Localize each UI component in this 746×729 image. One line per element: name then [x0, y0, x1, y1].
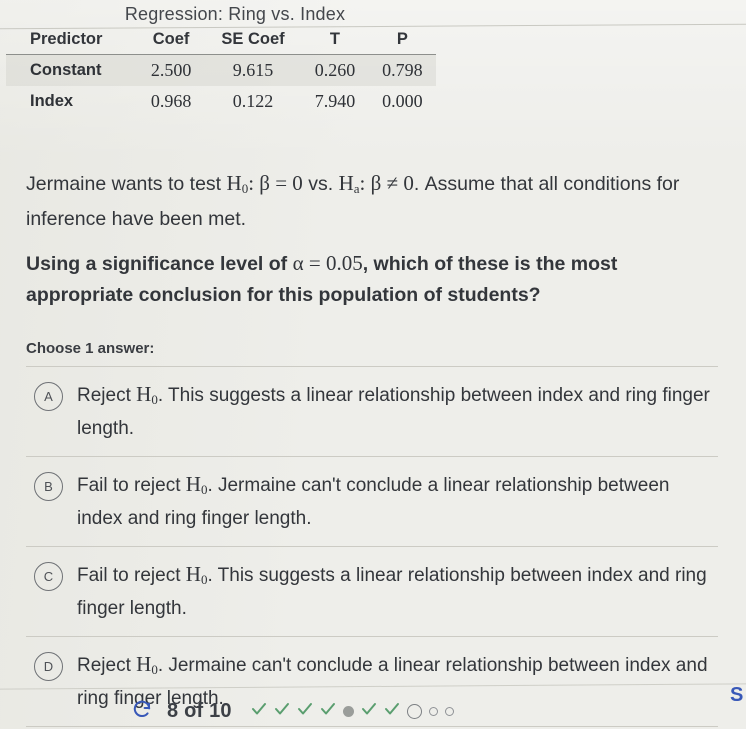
progress-dot-check [361, 702, 377, 721]
cell-coef: 0.968 [150, 91, 192, 111]
significance-text-part-1: Using a significance level of [26, 253, 293, 275]
refresh-icon[interactable] [130, 697, 154, 726]
option-a-hypothesis-notation: H0 [136, 382, 158, 407]
progress-dot-empty [444, 707, 454, 716]
option-d-text-pre: Reject [77, 655, 137, 676]
question-text-part-1: Jermaine wants to test [26, 173, 227, 195]
progress-dot-current [406, 704, 422, 719]
option-c-hypothesis-notation: H0 [185, 562, 208, 587]
option-bubble-c[interactable]: C [34, 562, 63, 591]
question-counter: 8 of 10 [167, 700, 232, 722]
question-paragraph-2: Using a significance level of α = 0.05, … [26, 248, 694, 311]
progress-dots [251, 702, 454, 721]
option-text-a: Reject H0. This suggests a linear relati… [77, 380, 714, 443]
cell-coef: 2.500 [150, 60, 192, 80]
progress-dot-check [297, 702, 313, 721]
option-b-hypothesis-notation: H0 [185, 472, 208, 497]
progress-dot-check [320, 702, 336, 721]
cell-p: 0.000 [382, 91, 423, 111]
cell-p: 0.798 [382, 60, 423, 80]
table-row: Constant 2.500 9.615 0.260 0.798 [6, 54, 436, 86]
column-header-p: P [396, 30, 408, 48]
option-a-text-pre: Reject [77, 385, 137, 406]
progress-footer: 8 of 10 [130, 697, 454, 726]
column-header-predictor: Predictor [30, 30, 103, 48]
question-text-vs: vs. [302, 173, 339, 195]
regression-output: Regression: Ring vs. Index Predictor Coe… [0, 0, 440, 117]
progress-dot-check [274, 702, 290, 721]
option-c-text-pre: Fail to reject [77, 565, 186, 586]
answer-option-a[interactable]: A Reject H0. This suggests a linear rela… [26, 366, 718, 456]
option-bubble-a[interactable]: A [34, 382, 63, 411]
column-header-t: T [329, 30, 341, 48]
submit-button[interactable]: S [730, 684, 744, 707]
option-b-text-pre: Fail to reject [77, 475, 186, 496]
regression-table: Predictor Coef SE Coef T P Constant 2.50… [6, 28, 436, 117]
regression-title: Regression: Ring vs. Index [124, 4, 346, 24]
cell-predictor: Constant [30, 61, 102, 79]
column-header-se-coef: SE Coef [221, 30, 285, 48]
cell-se-coef: 9.615 [232, 60, 274, 80]
cell-predictor: Index [30, 92, 74, 110]
progress-dot-check [384, 702, 400, 721]
table-header-row: Predictor Coef SE Coef T P [6, 28, 436, 55]
table-row: Index 0.968 0.122 7.940 0.000 [6, 86, 436, 117]
option-text-c: Fail to reject H0. This suggests a linea… [77, 560, 714, 623]
choose-answer-label: Choose 1 answer: [26, 340, 155, 357]
alpha-notation: α = 0.05 [292, 251, 363, 275]
progress-dot-empty [428, 707, 438, 716]
answer-choices-list: A Reject H0. This suggests a linear rela… [26, 366, 718, 727]
null-hypothesis-notation: H0: β = 0 [226, 171, 303, 196]
progress-dot-filled [342, 706, 354, 717]
option-d-hypothesis-notation: H0 [136, 652, 158, 677]
answer-option-b[interactable]: B Fail to reject H0. Jermaine can't conc… [26, 456, 718, 546]
cell-t: 7.940 [314, 91, 356, 111]
option-bubble-b[interactable]: B [34, 472, 63, 501]
alternative-hypothesis-notation: Ha: β ≠ 0 [338, 171, 414, 196]
answer-option-c[interactable]: C Fail to reject H0. This suggests a lin… [26, 546, 718, 636]
option-text-b: Fail to reject H0. Jermaine can't conclu… [77, 470, 714, 533]
option-a-text-post: . This suggests a linear relationship be… [77, 385, 710, 439]
cell-t: 0.260 [314, 60, 356, 80]
cell-se-coef: 0.122 [232, 91, 274, 111]
progress-dot-check [251, 702, 267, 721]
column-header-coef: Coef [152, 30, 190, 48]
option-bubble-d[interactable]: D [34, 652, 63, 681]
question-paragraph-1: Jermaine wants to test H0: β = 0 vs. Ha:… [26, 168, 694, 235]
